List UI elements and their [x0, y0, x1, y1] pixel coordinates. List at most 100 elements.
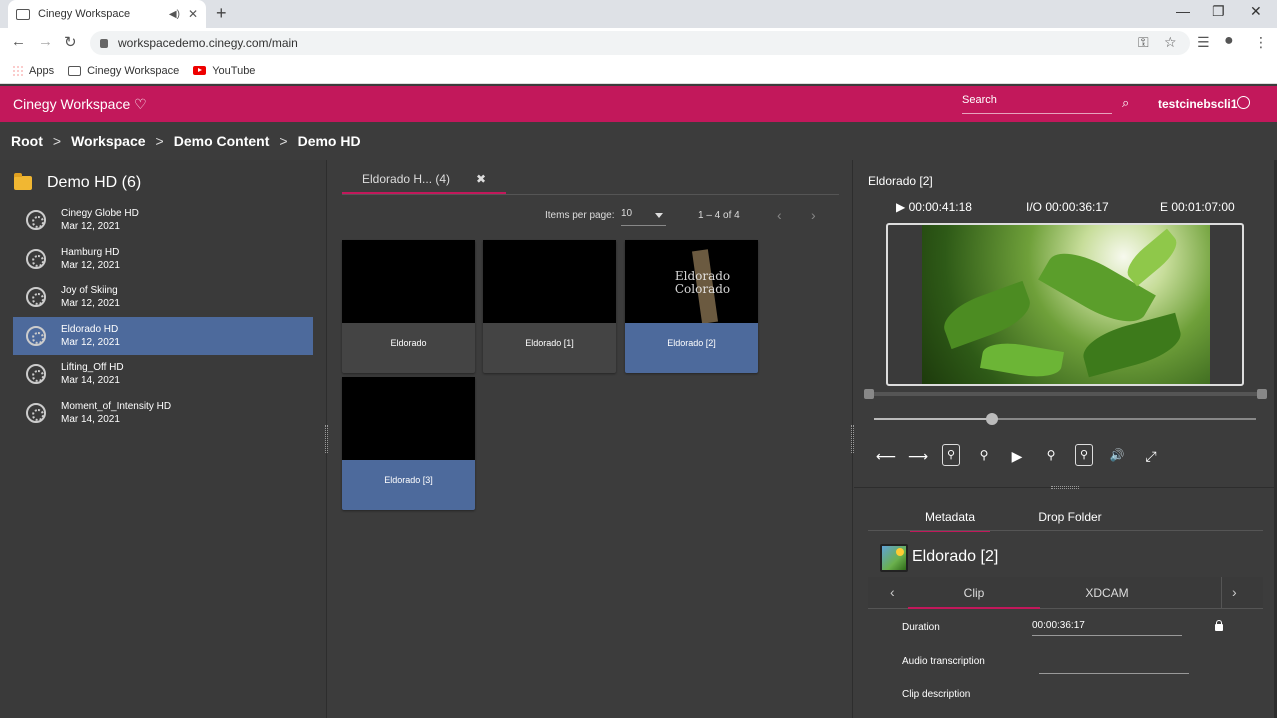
subtab-separator	[1221, 577, 1222, 609]
bookmark-cinegy[interactable]: Cinegy Workspace	[68, 65, 179, 77]
chevron-right-icon: >	[279, 133, 288, 149]
timecode-end: E 00:01:07:00	[1160, 200, 1235, 214]
window-close-icon[interactable]: ✕	[1250, 3, 1262, 20]
mark-in-handle[interactable]	[864, 389, 874, 399]
playhead-knob[interactable]	[986, 413, 999, 425]
tab-label: Eldorado H... (4)	[362, 172, 451, 186]
minimize-icon[interactable]: —	[1176, 3, 1190, 19]
restore-icon[interactable]: ❐	[1212, 3, 1225, 20]
star-icon[interactable]: ☆	[1164, 34, 1177, 51]
mark-out-handle[interactable]	[1257, 389, 1267, 399]
timeline-bar[interactable]	[874, 392, 1260, 396]
video-viewer[interactable]	[886, 223, 1244, 386]
close-tab-x-icon[interactable]: ✖	[476, 172, 486, 186]
film-reel-icon	[26, 248, 46, 269]
duration-field[interactable]: 00:00:36:17	[1032, 620, 1182, 636]
menu-icon[interactable]: ⋮	[1254, 34, 1268, 51]
mark-in-icon[interactable]: ⚲	[942, 444, 960, 466]
item-name: Eldorado HD	[61, 323, 119, 335]
fullscreen-icon[interactable]: ⤢	[1142, 448, 1160, 465]
crumb-demo-hd[interactable]: Demo HD	[298, 133, 361, 149]
subtab-xdcam[interactable]: XDCAM	[1041, 586, 1173, 600]
profile-icon[interactable]: ●	[1224, 32, 1234, 50]
tab-eldorado[interactable]: Eldorado H... (4) ✖	[342, 168, 506, 194]
browser-tab[interactable]: Cinegy Workspace ◀) ✕	[8, 0, 206, 28]
playhead-slider[interactable]	[874, 413, 1256, 425]
step-forward-icon[interactable]: ⟶	[908, 448, 928, 465]
forward-icon[interactable]: →	[38, 33, 53, 50]
clip-card-selected[interactable]: Eldorado [3]	[342, 377, 475, 510]
account-icon[interactable]	[1237, 96, 1250, 109]
film-reel-icon	[26, 325, 46, 346]
chevron-right-icon[interactable]: ›	[1232, 584, 1237, 600]
reload-icon[interactable]: ↻	[64, 33, 77, 51]
crumb-demo-content[interactable]: Demo Content	[174, 133, 270, 149]
chevron-left-icon[interactable]: ‹	[890, 584, 895, 600]
user-name[interactable]: testcinebscli1	[1158, 97, 1237, 111]
close-tab-icon[interactable]: ✕	[188, 7, 198, 21]
player-clip-title: Eldorado [2]	[868, 174, 933, 188]
item-name: Hamburg HD	[61, 246, 120, 258]
clip-thumbnail	[342, 377, 475, 460]
clip-card[interactable]: Eldorado	[342, 240, 475, 373]
clip-thumbnail	[483, 240, 616, 323]
item-date: Mar 14, 2021	[61, 375, 120, 387]
cinegy-favicon-icon	[68, 65, 82, 76]
bookmarks-bar: Apps Cinegy Workspace YouTube	[0, 58, 1277, 84]
step-back-icon[interactable]: ⟵	[876, 448, 896, 465]
media-icon[interactable]: ☰	[1197, 34, 1210, 51]
play-icon[interactable]: ▶	[1008, 448, 1026, 465]
folder-open-icon	[14, 173, 32, 190]
key-icon[interactable]: ⚿	[1138, 34, 1149, 51]
subtab-clip[interactable]: Clip	[908, 586, 1040, 609]
list-item[interactable]: Moment_of_Intensity HD Mar 14, 2021	[13, 394, 313, 433]
crumb-root[interactable]: Root	[11, 133, 43, 149]
bookmark-label: YouTube	[212, 64, 256, 77]
items-per-page-select[interactable]: 10	[621, 208, 666, 226]
list-item[interactable]: Hamburg HD Mar 12, 2021	[13, 240, 313, 279]
items-per-page-label: Items per page:	[545, 210, 615, 221]
speaker-icon[interactable]: ◀)	[169, 9, 180, 20]
tab-drop-folder[interactable]: Drop Folder	[1030, 510, 1110, 524]
clip-thumbnail: Eldorado Colorado	[625, 240, 758, 323]
new-tab-icon[interactable]: +	[216, 3, 227, 24]
folder-title-text: Demo HD (6)	[47, 174, 142, 191]
lock-icon	[100, 38, 108, 48]
tab-metadata[interactable]: Metadata	[910, 510, 990, 532]
clip-label: Eldorado [2]	[667, 338, 716, 348]
marker-icon[interactable]: ⚲	[1042, 448, 1060, 462]
back-icon[interactable]: ←	[11, 33, 26, 50]
clip-label: Eldorado [3]	[384, 475, 433, 485]
next-page-icon[interactable]: ›	[811, 207, 816, 223]
duration-label: Duration	[902, 622, 940, 633]
url-text: workspacedemo.cinegy.com/main	[118, 36, 298, 50]
items-per-page-value: 10	[621, 208, 633, 219]
search-icon[interactable]: ⌕	[1122, 95, 1129, 111]
list-item[interactable]: Lifting_Off HD Mar 14, 2021	[13, 355, 313, 394]
tab-divider	[342, 194, 839, 195]
app-brand[interactable]: Cinegy Workspace ♡	[13, 96, 147, 113]
crumb-workspace[interactable]: Workspace	[71, 133, 145, 149]
clip-card[interactable]: Eldorado [1]	[483, 240, 616, 373]
horizontal-splitter-handle[interactable]	[1051, 486, 1079, 489]
mark-out-icon[interactable]: ⚲	[1075, 444, 1093, 466]
clip-card-selected[interactable]: Eldorado Colorado Eldorado [2]	[625, 240, 758, 373]
audio-transcription-field[interactable]	[1039, 660, 1189, 674]
list-item-selected[interactable]: Eldorado HD Mar 12, 2021	[13, 316, 313, 355]
list-item[interactable]: Joy of Skiing Mar 12, 2021	[13, 278, 313, 317]
metadata-subtabs: ‹ Clip XDCAM ›	[868, 577, 1263, 609]
marker-icon[interactable]: ⚲	[975, 448, 993, 462]
metadata-title: Eldorado [2]	[912, 548, 999, 565]
search-input[interactable]: Search	[962, 94, 1112, 114]
list-item[interactable]: Cinegy Globe HD Mar 12, 2021	[13, 201, 313, 240]
volume-icon[interactable]: 🔊	[1108, 448, 1126, 462]
item-name: Cinegy Globe HD	[61, 208, 139, 220]
item-name: Lifting_Off HD	[61, 362, 124, 374]
bookmark-apps[interactable]: Apps	[12, 65, 54, 77]
app-header: Cinegy Workspace ♡ Search ⌕ testcinebscl…	[0, 86, 1277, 122]
prev-page-icon[interactable]: ‹	[777, 207, 782, 223]
bookmark-youtube[interactable]: YouTube	[193, 65, 255, 77]
browser-toolbar: ← → ↻ workspacedemo.cinegy.com/main ⚿ ☆ …	[0, 28, 1277, 58]
address-bar[interactable]: workspacedemo.cinegy.com/main	[90, 31, 1190, 55]
bookmark-label: Cinegy Workspace	[87, 64, 180, 77]
